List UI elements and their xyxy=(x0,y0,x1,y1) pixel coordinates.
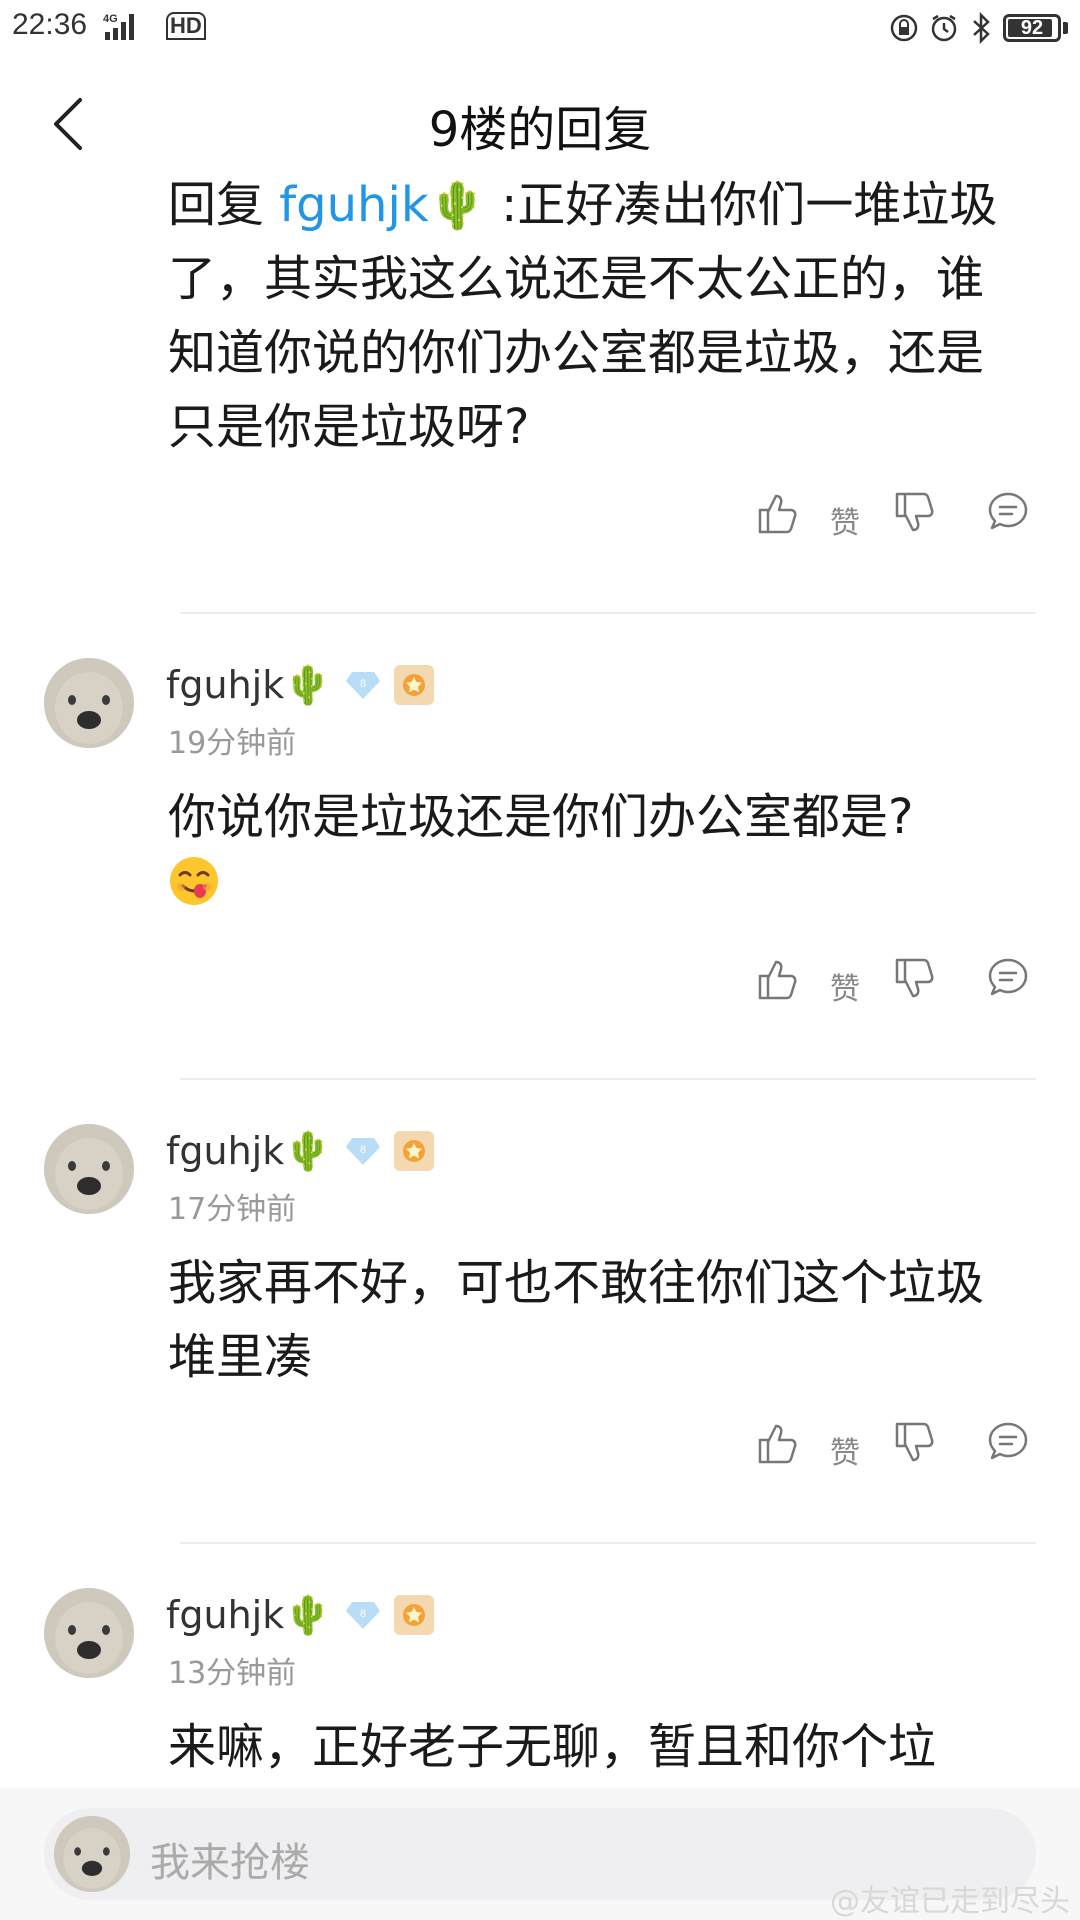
status-time: 22:36 xyxy=(12,8,88,41)
hd-icon: HD xyxy=(166,12,206,40)
status-bar: 22:36 4G HD 92 xyxy=(0,0,1080,56)
avatar[interactable] xyxy=(44,1124,134,1214)
alarm-icon xyxy=(931,14,957,42)
divider xyxy=(180,1078,1036,1080)
mention-link[interactable]: fguhjk xyxy=(279,177,428,233)
comment-text: 你说你是垃圾还是你们办公室都是? xyxy=(168,780,1028,928)
cactus-emoji: 🌵 xyxy=(428,178,486,232)
dog-avatar-icon xyxy=(44,1124,134,1214)
lock-rotation-icon xyxy=(890,14,918,42)
timestamp: 19分钟前 xyxy=(168,726,297,761)
like-label[interactable]: 赞 xyxy=(830,1428,860,1472)
thumbs-up-icon[interactable] xyxy=(756,1420,800,1466)
action-row: 赞 xyxy=(0,956,1080,1016)
comment-text: 我家再不好，可也不敢往你们这个垃圾堆里凑 xyxy=(168,1255,985,1385)
cactus-emoji: 🌵 xyxy=(284,1128,332,1173)
svg-text:4G: 4G xyxy=(103,13,118,25)
comment-text: 来嘛，正好老子无聊，暂且和你个垃 xyxy=(168,1719,937,1775)
dog-avatar-icon xyxy=(54,1816,130,1892)
medal-badge-icon xyxy=(393,1131,434,1171)
timestamp: 13分钟前 xyxy=(168,1656,297,1691)
diamond-level-icon: 8 xyxy=(345,672,380,699)
username-row: fguhjk🌵 8 xyxy=(166,1126,434,1176)
watermark: @友谊已走到尽头 xyxy=(830,1884,1070,1919)
avatar[interactable] xyxy=(44,658,134,748)
yum-face-emoji-icon xyxy=(170,857,218,905)
diamond-level-icon: 8 xyxy=(345,1138,380,1165)
page-title: 9楼的回复 xyxy=(428,102,652,158)
dog-avatar-icon xyxy=(44,658,134,748)
battery-icon: 92 xyxy=(1003,14,1061,42)
username[interactable]: fguhjk🌵 xyxy=(166,1593,332,1638)
comment-icon[interactable] xyxy=(986,1420,1030,1464)
divider xyxy=(180,612,1036,614)
username-row: fguhjk🌵 8 xyxy=(166,660,434,710)
thumbs-up-icon[interactable] xyxy=(756,956,800,1002)
bottom-input-bar: 我来抢楼 @友谊已走到尽头 xyxy=(0,1788,1080,1920)
header: 9楼的回复 xyxy=(0,64,1080,174)
thumbs-down-icon[interactable] xyxy=(893,1420,937,1466)
main-reply-text: 回复 fguhjk🌵 :正好凑出你们一堆垃圾了，其实我这么说还是不太公正的，谁知… xyxy=(168,168,1028,464)
svg-text:8: 8 xyxy=(360,1608,366,1620)
like-label[interactable]: 赞 xyxy=(830,964,860,1008)
dog-avatar-icon xyxy=(44,1588,134,1678)
status-icons: 92 xyxy=(889,8,1068,48)
battery-level: 92 xyxy=(1020,16,1044,39)
cactus-emoji: 🌵 xyxy=(284,662,332,707)
cactus-emoji: 🌵 xyxy=(284,1592,332,1637)
avatar[interactable] xyxy=(44,1588,134,1678)
username[interactable]: fguhjk🌵 xyxy=(166,663,332,708)
input-placeholder: 我来抢楼 xyxy=(150,1840,310,1886)
comment-icon[interactable] xyxy=(986,956,1030,1000)
like-label[interactable]: 赞 xyxy=(830,498,860,542)
thumbs-down-icon[interactable] xyxy=(893,956,937,1002)
bluetooth-icon xyxy=(973,12,990,44)
diamond-level-icon: 8 xyxy=(345,1602,380,1629)
comment-icon[interactable] xyxy=(986,490,1030,534)
thumbs-down-icon[interactable] xyxy=(893,490,937,536)
action-row: 赞 xyxy=(0,1420,1080,1480)
divider xyxy=(180,1542,1036,1544)
reply-prefix: 回复 xyxy=(168,177,280,233)
medal-badge-icon xyxy=(393,1595,434,1635)
avatar xyxy=(54,1816,130,1892)
svg-text:8: 8 xyxy=(360,1144,366,1156)
signal-icon: 4G xyxy=(103,13,134,40)
battery-tip xyxy=(1063,22,1068,34)
username-row: fguhjk🌵 8 xyxy=(166,1590,434,1640)
svg-text:8: 8 xyxy=(360,678,366,690)
username[interactable]: fguhjk🌵 xyxy=(166,1129,332,1174)
medal-badge-icon xyxy=(393,665,434,705)
timestamp: 17分钟前 xyxy=(168,1192,297,1227)
thumbs-up-icon[interactable] xyxy=(756,490,800,536)
action-row: 赞 xyxy=(0,490,1080,550)
